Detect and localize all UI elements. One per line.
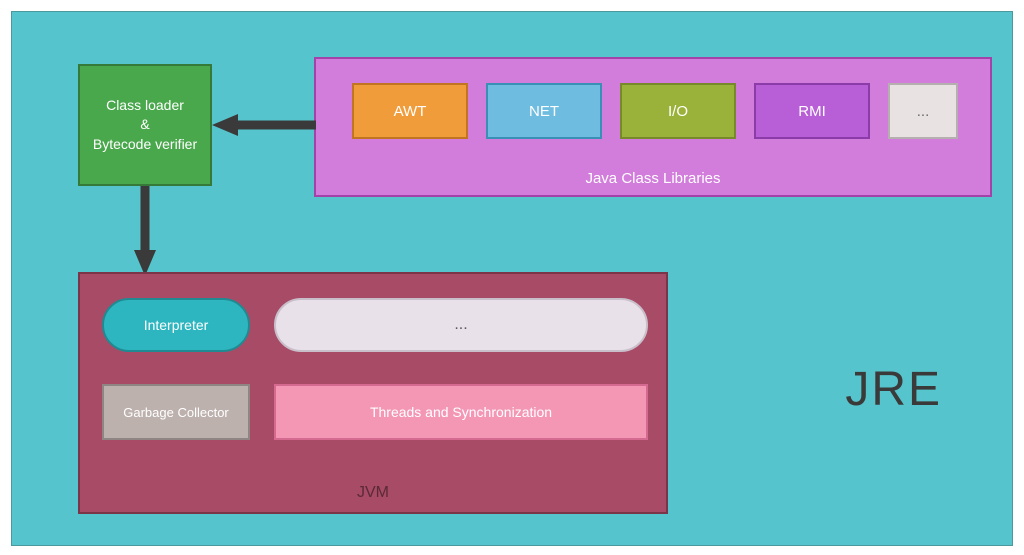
lib-io: I/O bbox=[620, 83, 736, 139]
jvm-ellipsis: ... bbox=[274, 298, 648, 352]
jre-diagram: Class loader & Bytecode verifier AWT NET… bbox=[11, 11, 1013, 546]
lib-awt: AWT bbox=[352, 83, 468, 139]
classloader-line2: & bbox=[140, 115, 149, 135]
classloader-line3: Bytecode verifier bbox=[93, 135, 197, 155]
jcl-title: Java Class Libraries bbox=[316, 170, 990, 187]
jvm-interpreter: Interpreter bbox=[102, 298, 250, 352]
arrow-classloader-to-jvm bbox=[132, 186, 158, 276]
jvm-box: Interpreter ... Garbage Collector Thread… bbox=[78, 272, 668, 514]
jvm-title: JVM bbox=[80, 484, 666, 502]
jre-label: JRE bbox=[845, 362, 942, 417]
java-class-libraries-box: AWT NET I/O RMI ... Java Class Libraries bbox=[314, 57, 992, 197]
jvm-threads: Threads and Synchronization bbox=[274, 384, 648, 440]
classloader-box: Class loader & Bytecode verifier bbox=[78, 64, 212, 186]
jvm-gc: Garbage Collector bbox=[102, 384, 250, 440]
classloader-line1: Class loader bbox=[106, 96, 184, 116]
lib-net: NET bbox=[486, 83, 602, 139]
lib-more: ... bbox=[888, 83, 958, 139]
lib-rmi: RMI bbox=[754, 83, 870, 139]
arrow-jcl-to-classloader bbox=[212, 112, 316, 138]
